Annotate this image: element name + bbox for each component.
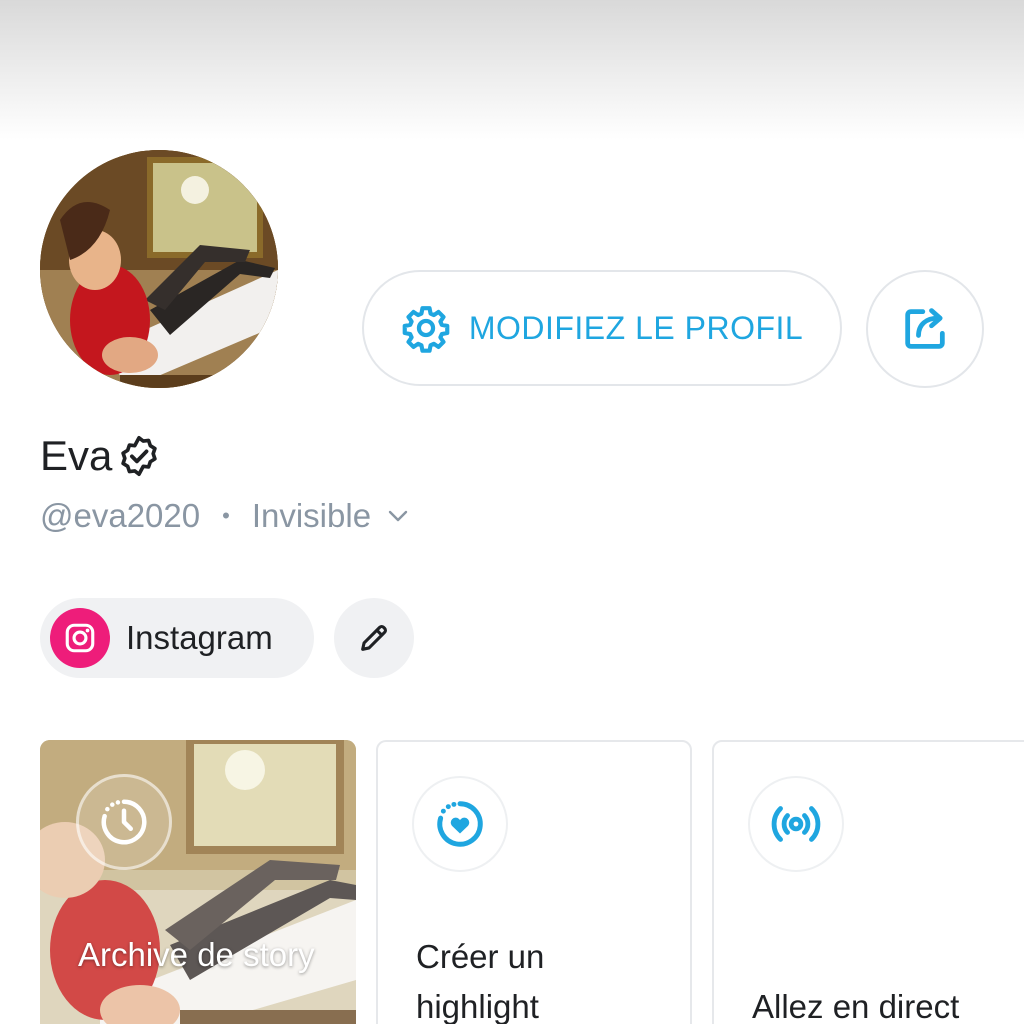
profile-page: MODIFIEZ LE PROFIL Eva @eva2020 • Invisi… bbox=[0, 0, 1024, 1024]
edit-profile-button[interactable]: MODIFIEZ LE PROFIL bbox=[362, 270, 842, 386]
clock-history-icon bbox=[101, 799, 147, 845]
header-fade bbox=[0, 0, 1024, 140]
edit-links-button[interactable] bbox=[334, 598, 414, 678]
story-archive-card[interactable]: Archive de story bbox=[40, 740, 356, 1024]
profile-name: Eva bbox=[40, 432, 113, 479]
go-live-card[interactable]: Allez en direct bbox=[712, 740, 1024, 1024]
profile-name-row: Eva bbox=[40, 432, 162, 480]
highlight-label: Créer un highlight bbox=[416, 938, 545, 1024]
visibility-status: Invisible bbox=[251, 497, 372, 534]
broadcast-icon bbox=[771, 806, 821, 842]
avatar-photo bbox=[40, 150, 278, 388]
live-icon-circle bbox=[748, 776, 844, 872]
archive-label: Archive de story bbox=[78, 936, 315, 973]
instagram-icon bbox=[50, 608, 110, 668]
share-icon bbox=[905, 308, 945, 349]
instagram-link-chip[interactable]: Instagram bbox=[40, 598, 314, 678]
profile-handle-row: @eva2020 • Invisible bbox=[40, 497, 409, 535]
gear-icon bbox=[402, 306, 450, 353]
instagram-label: Instagram bbox=[126, 619, 273, 656]
avatar[interactable] bbox=[40, 150, 278, 388]
visibility-dropdown[interactable]: Invisible bbox=[252, 497, 409, 535]
live-label: Allez en direct bbox=[752, 988, 960, 1024]
edit-profile-label: MODIFIEZ LE PROFIL bbox=[468, 309, 804, 346]
archive-icon-circle bbox=[76, 774, 172, 870]
pencil-icon bbox=[361, 625, 387, 651]
share-button[interactable] bbox=[866, 270, 984, 388]
highlight-icon-circle bbox=[412, 776, 508, 872]
separator-dot: • bbox=[222, 503, 230, 528]
profile-handle: @eva2020 bbox=[40, 497, 201, 534]
create-highlight-card[interactable]: Créer un highlight bbox=[376, 740, 692, 1024]
archive-photo bbox=[40, 740, 356, 1024]
heart-circle-icon bbox=[437, 801, 483, 847]
verified-badge-icon bbox=[121, 435, 158, 477]
chevron-down-icon bbox=[388, 510, 408, 522]
